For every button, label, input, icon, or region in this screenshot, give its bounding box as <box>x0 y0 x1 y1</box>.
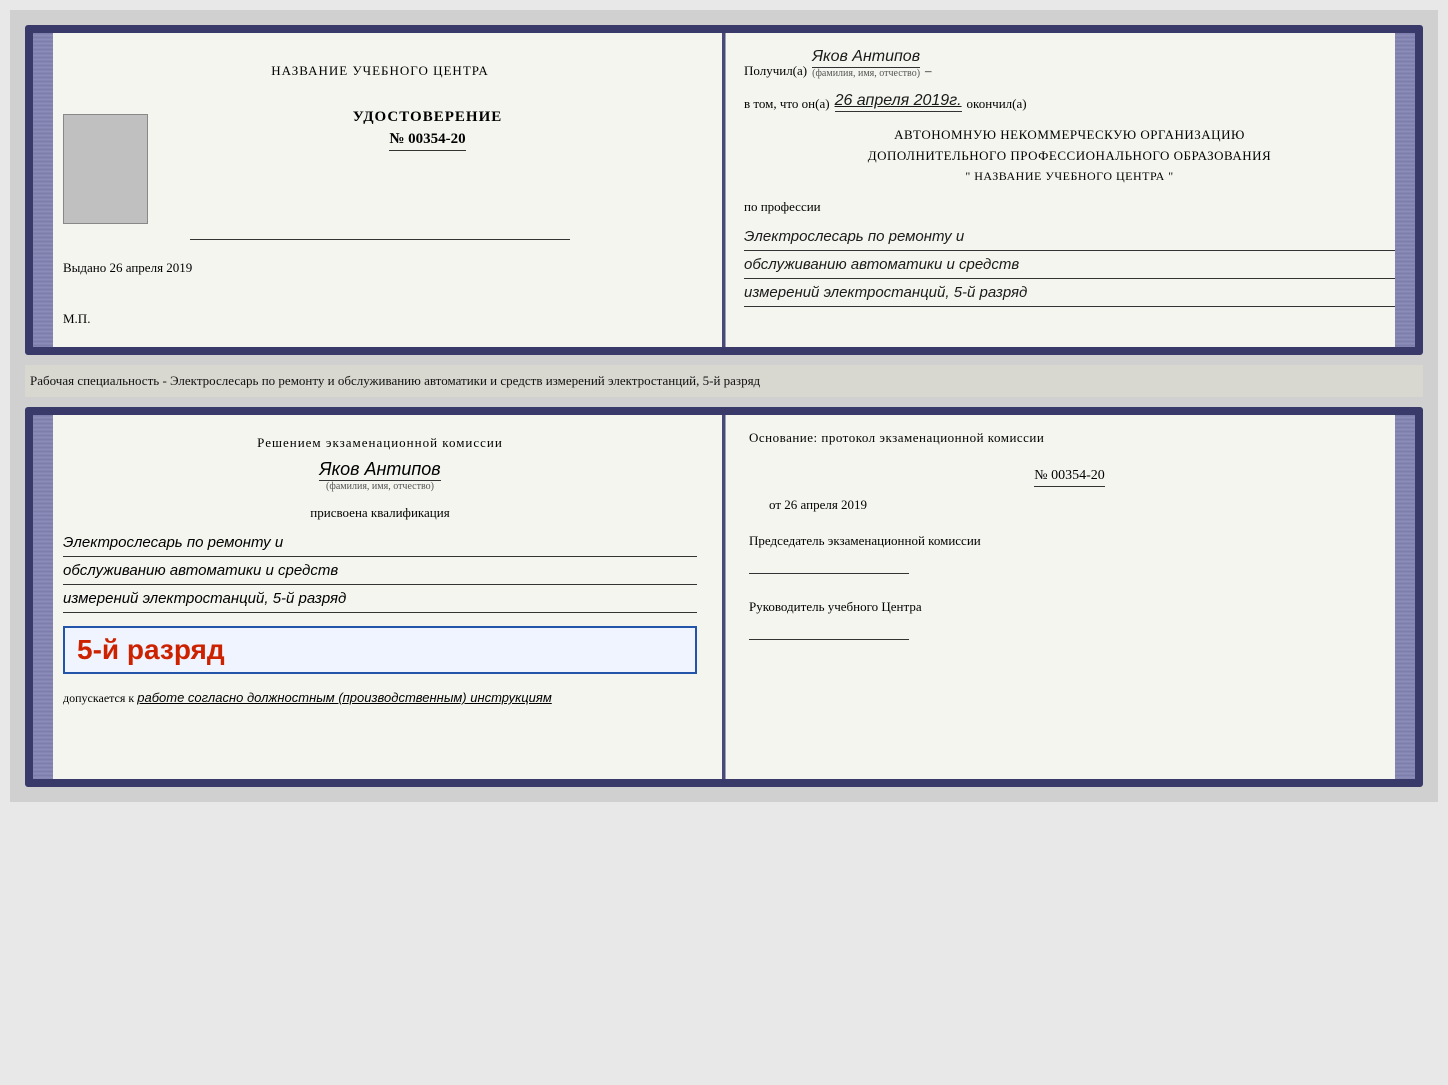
profession-line3: измерений электростанций, 5-й разряд <box>744 279 1395 307</box>
po-professii: по профессии <box>744 199 1395 215</box>
qual-line2: обслуживанию автоматики и средств <box>63 557 697 585</box>
vtom-line: в том, что он(а) 26 апреля 2019г. окончи… <box>744 92 1395 112</box>
specialty-text: Рабочая специальность - Электрослесарь п… <box>30 373 760 388</box>
photo-placeholder <box>63 114 148 224</box>
qual-line1: Электрослесарь по ремонту и <box>63 529 697 557</box>
middle-text: Рабочая специальность - Электрослесарь п… <box>25 365 1423 397</box>
org-line2: ДОПОЛНИТЕЛЬНОГО ПРОФЕССИОНАЛЬНОГО ОБРАЗО… <box>744 146 1395 167</box>
prisvoena-label: присвоена квалификация <box>63 505 697 521</box>
qualification-block: Электрослесарь по ремонту и обслуживанию… <box>63 529 697 613</box>
recipient-name: Яков Антипов <box>812 48 920 68</box>
osnovanie-title: Основание: протокол экзаменационной коми… <box>749 430 1390 446</box>
protocol-num: № 00354-20 <box>1034 468 1105 487</box>
qual-line3: измерений электростанций, 5-й разряд <box>63 585 697 613</box>
rukovoditel-signature <box>749 620 909 640</box>
udostoverenie-num: № 00354-20 <box>389 131 465 151</box>
top-right-page: Получил(а) Яков Антипов (фамилия, имя, о… <box>724 33 1415 347</box>
razryad-text: 5-й разряд <box>77 634 225 665</box>
org-block: АВТОНОМНУЮ НЕКОММЕРЧЕСКУЮ ОРГАНИЗАЦИЮ ДО… <box>744 125 1395 186</box>
org-line3: " НАЗВАНИЕ УЧЕБНОГО ЦЕНТРА " <box>744 167 1395 186</box>
fio-sublabel: (фамилия, имя, отчество) <box>812 68 920 79</box>
vtom-date: 26 апреля 2019г. <box>835 92 962 112</box>
rukovoditel-block: Руководитель учебного Центра <box>749 599 1390 645</box>
profession-line2: обслуживанию автоматики и средств <box>744 251 1395 279</box>
top-left-page: НАЗВАНИЕ УЧЕБНОГО ЦЕНТРА УДОСТОВЕРЕНИЕ №… <box>33 33 724 347</box>
profession-line1: Электрослесарь по ремонту и <box>744 223 1395 251</box>
dopuskaetsya-label: допускается к <box>63 691 134 705</box>
bottom-document: Решением экзаменационной комиссии Яков А… <box>25 407 1423 787</box>
resheniem-title: Решением экзаменационной комиссии <box>63 435 697 451</box>
predsedatel-block: Председатель экзаменационной комиссии <box>749 533 1390 579</box>
udostoverenie-title: УДОСТОВЕРЕНИЕ <box>353 109 503 126</box>
center-title: НАЗВАНИЕ УЧЕБНОГО ЦЕНТРА <box>271 63 488 79</box>
date-line: от 26 апреля 2019 <box>769 497 1390 513</box>
bottom-right-page: Основание: протокол экзаменационной коми… <box>724 415 1415 779</box>
vydano-date: 26 апреля 2019 <box>110 260 193 275</box>
dash-filler: – <box>925 63 932 79</box>
vydano-line: Выдано 26 апреля 2019 <box>63 260 192 276</box>
top-document: НАЗВАНИЕ УЧЕБНОГО ЦЕНТРА УДОСТОВЕРЕНИЕ №… <box>25 25 1423 355</box>
ot-label: от <box>769 497 781 512</box>
profession-block: Электрослесарь по ремонту и обслуживанию… <box>744 223 1395 307</box>
predsedatel-signature <box>749 554 909 574</box>
ot-date: 26 апреля 2019 <box>784 497 867 512</box>
vtom-label: в том, что он(а) <box>744 96 830 112</box>
dopuskaetsya-text: работе согласно должностным (производств… <box>137 690 552 705</box>
mp-line: М.П. <box>63 311 90 327</box>
name-wrap: Яков Антипов (фамилия, имя, отчество) <box>812 48 920 79</box>
bottom-name-wrap: Яков Антипов (фамилия, имя, отчество) <box>63 459 697 492</box>
org-line1: АВТОНОМНУЮ НЕКОММЕРЧЕСКУЮ ОРГАНИЗАЦИЮ <box>744 125 1395 146</box>
razryad-badge: 5-й разряд <box>63 626 697 674</box>
poluchil-line: Получил(а) Яков Антипов (фамилия, имя, о… <box>744 48 1395 79</box>
dopuskaetsya-block: допускается к работе согласно должностны… <box>63 690 697 706</box>
poluchil-label: Получил(а) <box>744 63 807 79</box>
predsedatel-label: Председатель экзаменационной комиссии <box>749 533 1390 549</box>
bottom-left-page: Решением экзаменационной комиссии Яков А… <box>33 415 724 779</box>
left-spine <box>33 33 53 347</box>
bottom-right-spine <box>1395 415 1415 779</box>
vydano-label: Выдано <box>63 260 106 275</box>
bottom-left-spine <box>33 415 53 779</box>
bottom-recipient-name: Яков Антипов <box>319 459 440 481</box>
okchnil-label: окончил(а) <box>967 96 1027 112</box>
page-wrapper: НАЗВАНИЕ УЧЕБНОГО ЦЕНТРА УДОСТОВЕРЕНИЕ №… <box>10 10 1438 802</box>
right-spine-top <box>1395 33 1415 347</box>
bottom-fio-sublabel: (фамилия, имя, отчество) <box>326 481 434 492</box>
rukovoditel-label: Руководитель учебного Центра <box>749 599 1390 615</box>
